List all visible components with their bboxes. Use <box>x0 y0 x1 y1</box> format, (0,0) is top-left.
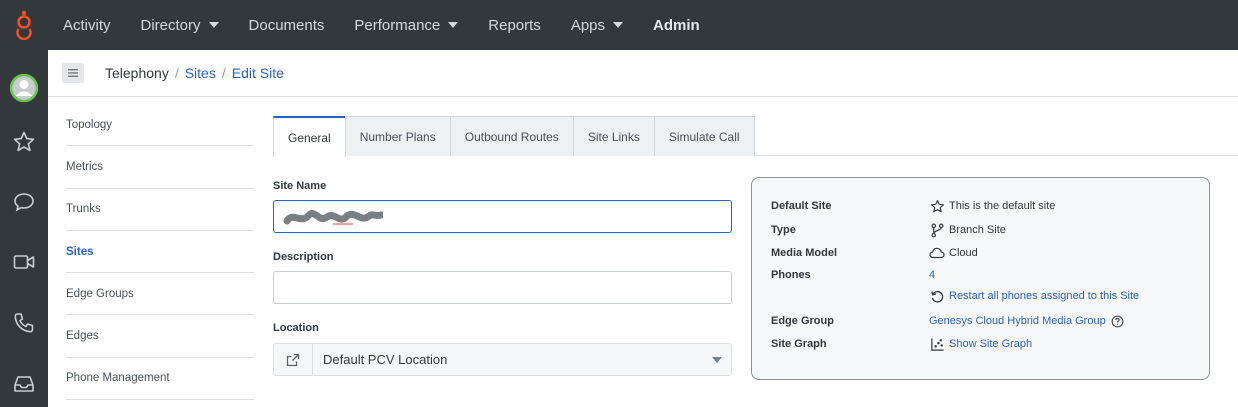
nav-performance[interactable]: Performance <box>339 0 473 50</box>
site-name-label: Site Name <box>273 180 327 192</box>
star-icon[interactable] <box>8 126 40 158</box>
external-link-icon[interactable] <box>274 344 313 375</box>
default-site-key: Default Site <box>771 200 832 212</box>
sidenav-item-sites[interactable]: Sites <box>66 231 254 274</box>
nav-label: Apps <box>570 16 606 34</box>
breadcrumb: Telephony / Sites / Edit Site <box>105 65 284 81</box>
nav-admin[interactable]: Admin <box>638 0 715 50</box>
menu-toggle-button[interactable] <box>62 63 84 83</box>
chevron-down-icon <box>703 344 731 375</box>
video-icon[interactable] <box>8 246 40 278</box>
top-navbar: Activity Directory Documents Performance… <box>0 0 1238 50</box>
site-name-input[interactable] <box>273 200 732 233</box>
branch-icon <box>929 222 945 238</box>
breadcrumb-sites-link[interactable]: Sites <box>185 65 216 81</box>
nav-documents[interactable]: Documents <box>234 0 340 50</box>
tab-outbound-routes[interactable]: Outbound Routes <box>449 116 574 156</box>
description-input[interactable] <box>273 271 732 304</box>
nav-label: Reports <box>488 16 541 34</box>
panel-row-media-model: Media Model Cloud <box>771 245 978 261</box>
inbox-icon[interactable] <box>8 368 40 400</box>
media-model-key: Media Model <box>771 247 838 259</box>
tab-simulate-call[interactable]: Simulate Call <box>653 116 755 156</box>
phones-key: Phones <box>771 269 811 281</box>
breadcrumb-edit-site[interactable]: Edit Site <box>232 65 284 81</box>
telephony-sidenav: Topology Metrics Trunks Sites Edge Group… <box>66 104 254 401</box>
type-key: Type <box>771 224 796 236</box>
tab-site-links[interactable]: Site Links <box>572 116 655 156</box>
hamburger-icon <box>68 69 78 77</box>
media-model-value: Cloud <box>949 247 978 259</box>
tab-number-plans[interactable]: Number Plans <box>344 116 451 156</box>
type-value: Branch Site <box>949 224 1006 236</box>
breadcrumb-separator: / <box>221 65 226 81</box>
nav-label: Admin <box>653 16 700 34</box>
graph-icon[interactable] <box>929 336 945 352</box>
panel-row-type: Type Branch Site <box>771 222 1006 238</box>
chevron-down-icon <box>208 22 219 28</box>
chevron-down-icon <box>448 22 459 28</box>
tab-general[interactable]: General <box>273 116 346 157</box>
star-outline-icon[interactable] <box>929 198 945 214</box>
show-site-graph-link[interactable]: Show Site Graph <box>949 338 1032 350</box>
sidenav-item-metrics[interactable]: Metrics <box>66 146 254 189</box>
nav-label: Performance <box>354 16 441 34</box>
site-tabs: General Number Plans Outbound Routes Sit… <box>273 116 1238 157</box>
sidenav-item-edges[interactable]: Edges <box>66 315 254 358</box>
phone-icon[interactable] <box>8 307 40 339</box>
location-label: Location <box>273 322 319 334</box>
redaction-scribble-icon <box>283 210 383 225</box>
nav-label: Activity <box>63 16 111 34</box>
phones-count-link[interactable]: 4 <box>929 269 935 281</box>
nav-label: Documents <box>248 16 325 34</box>
panel-row-site-graph: Site Graph Show Site Graph <box>771 336 1032 352</box>
restart-icon[interactable] <box>929 288 945 304</box>
breadcrumb-telephony: Telephony <box>105 65 169 81</box>
genesys-logo-icon[interactable] <box>0 0 48 50</box>
panel-row-edge-group: Edge Group Genesys Cloud Hybrid Media Gr… <box>771 313 1130 329</box>
nav-apps[interactable]: Apps <box>556 0 638 50</box>
edge-group-key: Edge Group <box>771 315 834 327</box>
location-select[interactable]: Default PCV Location <box>273 343 732 376</box>
restart-phones-link[interactable]: Restart all phones assigned to this Site <box>949 290 1139 302</box>
help-icon[interactable] <box>1110 313 1126 329</box>
sidenav-item-topology[interactable]: Topology <box>66 104 254 147</box>
site-graph-key: Site Graph <box>771 338 827 350</box>
edge-group-link[interactable]: Genesys Cloud Hybrid Media Group <box>929 315 1106 327</box>
nav-activity[interactable]: Activity <box>48 0 126 50</box>
panel-row-restart: Restart all phones assigned to this Site <box>929 288 1139 304</box>
page-header: Telephony / Sites / Edit Site <box>48 50 1238 97</box>
chevron-down-icon <box>613 22 624 28</box>
cloud-icon <box>929 245 945 261</box>
description-label: Description <box>273 251 334 263</box>
nav-reports[interactable]: Reports <box>473 0 556 50</box>
sidenav-item-phone-management[interactable]: Phone Management <box>66 358 254 401</box>
location-value: Default PCV Location <box>323 352 448 367</box>
sidenav-item-trunks[interactable]: Trunks <box>66 189 254 231</box>
left-sidebar <box>0 50 48 407</box>
nav-directory[interactable]: Directory <box>126 0 234 50</box>
panel-row-default-site: Default Site This is the default site <box>771 198 1055 214</box>
nav-label: Directory <box>140 16 201 34</box>
user-avatar[interactable] <box>8 72 40 104</box>
panel-row-phones: Phones 4 <box>771 269 935 281</box>
site-info-panel: Default Site This is the default site Ty… <box>751 177 1210 380</box>
breadcrumb-separator: / <box>174 65 179 81</box>
chat-icon[interactable] <box>8 186 40 218</box>
sidenav-item-edge-groups[interactable]: Edge Groups <box>66 273 254 316</box>
default-site-value: This is the default site <box>949 200 1056 212</box>
